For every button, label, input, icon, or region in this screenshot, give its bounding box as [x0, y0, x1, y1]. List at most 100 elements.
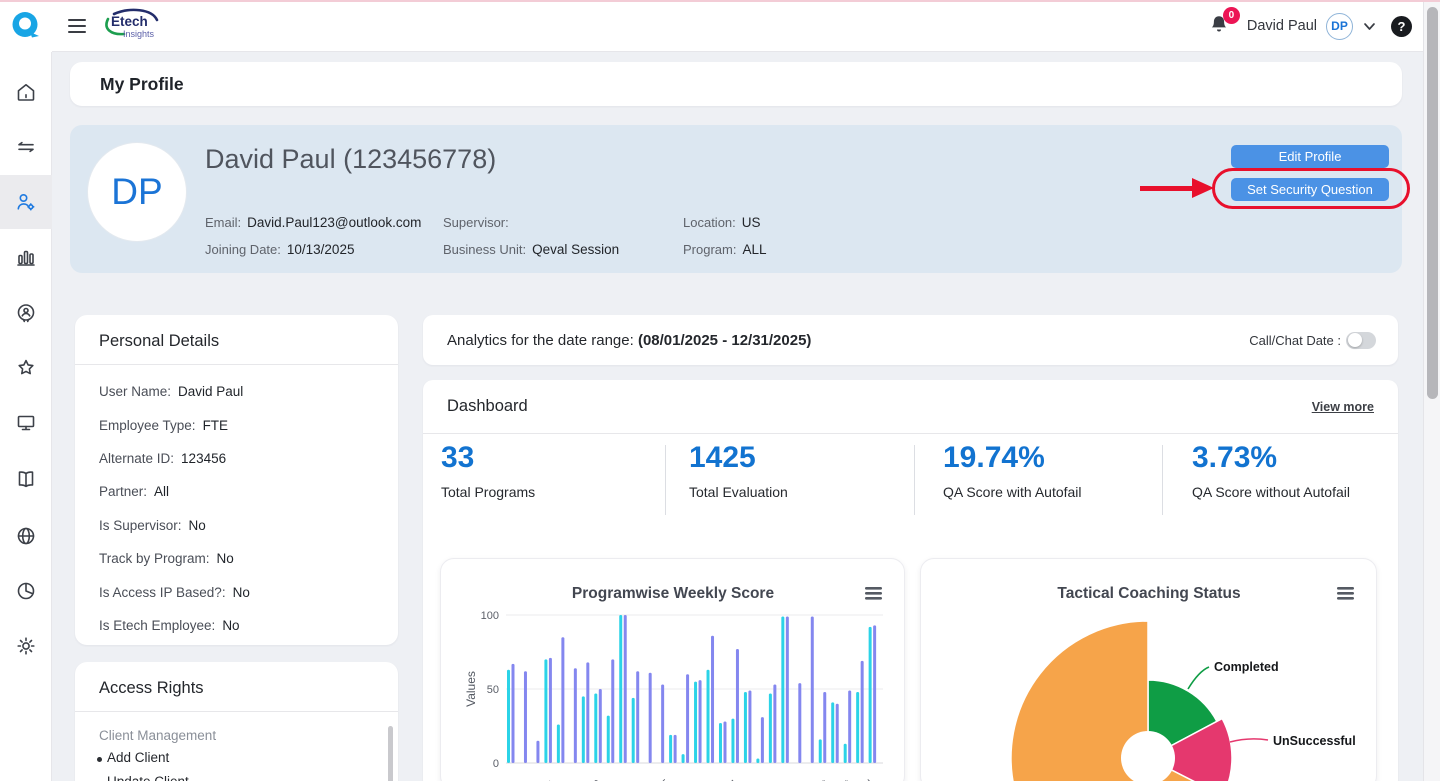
- x-tick-label: PG1: [535, 778, 558, 781]
- brand-text-bottom: Insights: [123, 29, 155, 39]
- bar: [619, 615, 623, 763]
- dashboard-title: Dashboard: [447, 397, 528, 415]
- bar: [735, 649, 739, 763]
- bar: [573, 668, 577, 763]
- bar: [748, 690, 752, 763]
- top-bar: Etech Insights 0 David Paul DP ?: [0, 0, 1440, 52]
- call-chat-date-toggle[interactable]: [1346, 331, 1376, 349]
- q-logo-icon: [12, 12, 39, 38]
- bar: [606, 715, 610, 763]
- page-scrollbar-track: [1423, 2, 1440, 781]
- access-rights-item: Update Client: [75, 771, 398, 781]
- set-security-question-button[interactable]: Set Security Question: [1231, 178, 1389, 201]
- page-scrollbar-thumb[interactable]: [1427, 7, 1438, 399]
- bar: [718, 723, 722, 763]
- sidebar-item-favorites[interactable]: [0, 341, 52, 395]
- view-more-link[interactable]: View more: [1312, 400, 1374, 414]
- sidebar-item-transfer[interactable]: [0, 120, 52, 174]
- notification-badge: 0: [1222, 7, 1240, 24]
- access-rights-item: Add Client: [75, 747, 398, 771]
- x-tick-label: ..ram: [737, 777, 763, 781]
- bar: [598, 689, 602, 763]
- bar: [544, 659, 548, 763]
- user-menu[interactable]: David Paul DP: [1247, 12, 1377, 40]
- label-leader-line: [1229, 738, 1269, 743]
- sidebar-item-home[interactable]: [0, 65, 52, 119]
- chart-title: Programwise Weekly Score: [572, 585, 775, 602]
- bar: [860, 660, 864, 763]
- notifications-button[interactable]: 0: [1207, 7, 1240, 39]
- stat-divider: [1162, 445, 1163, 515]
- bar: [594, 693, 598, 763]
- bar: [661, 684, 665, 763]
- app-logo-q[interactable]: [0, 0, 52, 52]
- detail-row: Employee Type: FTE: [99, 417, 229, 433]
- detail-row: Is Etech Employee: No: [99, 617, 240, 633]
- bar: [556, 724, 560, 763]
- access-rights-scrollbar[interactable]: [388, 726, 393, 781]
- stat-total-programs: 33 Total Programs: [441, 441, 536, 500]
- profile-fields: Email: David.Paul123@outlook.com Supervis…: [205, 209, 983, 263]
- detail-row: Alternate ID: 123456: [99, 450, 227, 466]
- sidebar-item-analytics[interactable]: [0, 564, 52, 618]
- bar: [868, 626, 872, 763]
- sidebar-item-monitoring[interactable]: [0, 396, 52, 450]
- edit-profile-button[interactable]: Edit Profile: [1231, 145, 1389, 168]
- dashboard-stats-row: 33 Total Programs 1425 Total Evaluation …: [423, 441, 1398, 523]
- x-tick-label: Chat: [807, 778, 831, 781]
- y-tick: 50: [487, 684, 499, 696]
- help-icon[interactable]: ?: [1391, 15, 1412, 37]
- monitor-icon: [17, 415, 35, 431]
- detail-row: Track by Program: No: [99, 551, 234, 567]
- dashboard-card: Dashboard View more 33 Total Programs 14…: [423, 380, 1398, 781]
- access-rights-card: Access Rights Client Management Add Clie…: [75, 662, 398, 781]
- tactical-coaching-status-chart: Tactical Coaching Status Completed UnSuc…: [920, 558, 1377, 781]
- stat-divider: [914, 445, 915, 515]
- x-tick-label: ..card: [849, 778, 876, 781]
- x-tick-label: ..ram: [556, 777, 582, 781]
- personal-details-title: Personal Details: [99, 332, 220, 350]
- profile-avatar: DP: [88, 143, 186, 241]
- menu-icon[interactable]: [68, 15, 90, 37]
- top-edge-strip: [0, 0, 1440, 2]
- y-tick: 100: [481, 610, 499, 622]
- sidebar-item-quality[interactable]: [0, 286, 52, 340]
- stat-qa-with-autofail: 19.74% QA Score with Autofail: [943, 441, 1082, 500]
- bar: [523, 671, 527, 763]
- page-title-card: My Profile: [70, 62, 1402, 106]
- x-tick-label: FT: [654, 777, 672, 781]
- sidebar-item-library[interactable]: [0, 452, 52, 506]
- chart-menu-icon[interactable]: [1337, 587, 1354, 600]
- bar: [760, 717, 764, 763]
- bar: [623, 615, 627, 763]
- detail-row: User Name: David Paul: [99, 384, 244, 400]
- detail-row: Is Supervisor: No: [99, 517, 206, 533]
- bar: [711, 635, 715, 763]
- chart-menu-icon[interactable]: [865, 587, 882, 600]
- bar: [873, 625, 877, 763]
- settings-icon: [17, 637, 35, 655]
- bar: [511, 663, 515, 763]
- stat-qa-without-autofail: 3.73% QA Score without Autofail: [1192, 441, 1350, 500]
- sidebar-item-global[interactable]: [0, 509, 52, 563]
- quality-badge-icon: [17, 304, 35, 323]
- access-rights-group: Client Management: [99, 728, 217, 743]
- x-tick-label: ..ra..: [512, 778, 535, 781]
- sidebar-item-profile[interactable]: [0, 175, 52, 229]
- bar: [586, 662, 590, 763]
- bar: [631, 697, 635, 763]
- bar: [698, 680, 702, 763]
- page-title: My Profile: [100, 73, 184, 94]
- bar: [673, 734, 677, 763]
- x-tick-label: ..t: [839, 778, 854, 781]
- profile-field-joining-date: Joining Date: 10/13/2025: [205, 241, 355, 257]
- side-rail: [0, 52, 52, 781]
- sidebar-item-reports[interactable]: [0, 230, 52, 284]
- bar: [798, 683, 802, 763]
- bar: [831, 702, 835, 763]
- sidebar-item-settings[interactable]: [0, 619, 52, 673]
- bar: [686, 674, 690, 763]
- pie-label-unsuccessful: UnSuccessful: [1273, 734, 1356, 748]
- detail-row: Is Access IP Based?: No: [99, 584, 250, 600]
- analytics-bar: Analytics for the date range: (08/01/202…: [423, 315, 1398, 365]
